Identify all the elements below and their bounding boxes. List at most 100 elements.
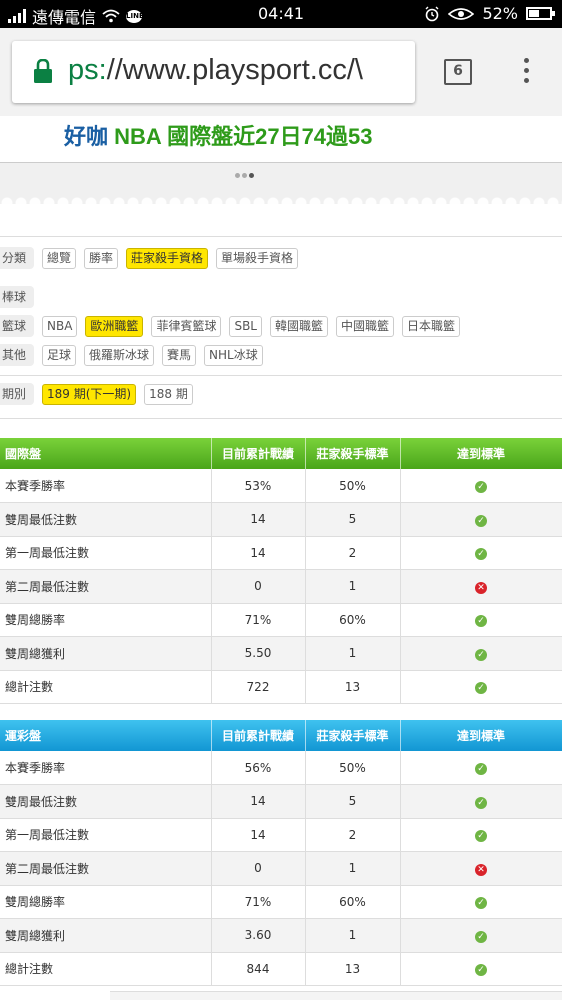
standard-value: 1 xyxy=(305,851,401,886)
table-row: 總計注數 844 13 ✓ xyxy=(0,952,562,986)
filter-row-baseball: 棒球 xyxy=(0,285,34,309)
table-header-row: 國際盤 目前累計戰績 莊家殺手標準 達到標準 xyxy=(0,438,562,469)
met-status-cell: ✓ xyxy=(400,469,562,503)
page-content: 好咖 NBA 國際盤近27日74過53 分類 總覽 勝率 莊家殺手資格 單場殺手… xyxy=(0,116,562,1000)
table-row: 第一周最低注數 14 2 ✓ xyxy=(0,818,562,852)
current-value: 14 xyxy=(211,818,306,852)
filter-row-category: 分類 總覽 勝率 莊家殺手資格 單場殺手資格 xyxy=(0,246,299,270)
status-bar: 遠傳電信 LINE 04:41 52% xyxy=(0,0,562,28)
met-status-cell: ✓ xyxy=(400,918,562,953)
standard-value: 13 xyxy=(305,952,401,986)
standard-value: 2 xyxy=(305,818,401,852)
current-value: 0 xyxy=(211,569,306,604)
row-label: 第一周最低注數 xyxy=(0,818,212,852)
headline-record: NBA 國際盤近27日74過53 xyxy=(114,124,373,149)
filter-chip-russian-hockey[interactable]: 俄羅斯冰球 xyxy=(84,344,155,366)
column-header: 目前累計戰績 xyxy=(211,720,306,751)
filter-label: 籃球 xyxy=(0,315,34,337)
filter-chip-nba[interactable]: NBA xyxy=(42,315,78,337)
standard-value: 1 xyxy=(305,569,401,604)
row-label: 第二周最低注數 xyxy=(0,569,212,604)
period-chip-next[interactable]: 189 期(下一期) xyxy=(42,383,137,405)
filter-chip-japan-basketball[interactable]: 日本職籃 xyxy=(402,315,461,337)
filter-chip-philippine-basketball[interactable]: 菲律賓籃球 xyxy=(151,315,222,337)
column-header: 莊家殺手標準 xyxy=(305,720,401,751)
eye-icon xyxy=(448,7,475,20)
check-icon: ✓ xyxy=(475,648,487,661)
tab-switcher-button[interactable]: 6 xyxy=(444,59,472,85)
standard-value: 50% xyxy=(305,751,401,785)
address-bar[interactable]: ps://www.playsport.cc/\ xyxy=(12,41,415,103)
intl-line-table: 國際盤 目前累計戰績 莊家殺手標準 達到標準 本賽季勝率 53% 50% ✓ 雙周最低注… xyxy=(0,438,562,704)
check-icon: ✓ xyxy=(475,548,487,561)
row-label: 雙周總勝率 xyxy=(0,603,212,637)
row-label: 雙周總獲利 xyxy=(0,636,212,671)
table-row: 雙周總勝率 71% 60% ✓ xyxy=(0,885,562,919)
standard-value: 5 xyxy=(305,784,401,819)
current-value: 5.50 xyxy=(211,636,306,671)
standard-value: 2 xyxy=(305,536,401,570)
url-path: //www.playsport.cc/\ xyxy=(106,54,363,86)
filter-label: 其他 xyxy=(0,344,34,366)
check-icon: ✓ xyxy=(475,796,487,809)
met-status-cell: ✓ xyxy=(400,818,562,852)
table-row: 雙周總獲利 5.50 1 ✓ xyxy=(0,636,562,671)
filter-chip-nhl[interactable]: NHL冰球 xyxy=(204,344,263,366)
filter-options: 189 期(下一期) 188 期 xyxy=(42,383,193,405)
signal-icon xyxy=(8,9,26,23)
alarm-icon xyxy=(425,6,439,21)
column-header: 莊家殺手標準 xyxy=(305,438,401,469)
filter-chip-single-killer[interactable]: 單場殺手資格 xyxy=(216,247,299,269)
filter-label[interactable]: 棒球 xyxy=(0,286,34,308)
filter-label: 期別 xyxy=(0,383,34,405)
page-headline: 好咖 NBA 國際盤近27日74過53 xyxy=(64,119,373,151)
overflow-menu-icon[interactable] xyxy=(520,58,532,88)
filter-chip-korea-basketball[interactable]: 韓國職籃 xyxy=(270,315,329,337)
filter-chip-euro-basketball[interactable]: 歐洲職籃 xyxy=(85,315,144,337)
filter-options: 足球 俄羅斯冰球 賽馬 NHL冰球 xyxy=(42,344,263,366)
lock-icon xyxy=(34,59,52,83)
filter-chip-winrate[interactable]: 勝率 xyxy=(84,247,119,269)
bottom-scroll-strip xyxy=(110,991,562,1000)
column-header: 運彩盤 xyxy=(0,720,212,751)
standard-value: 60% xyxy=(305,603,401,637)
current-value: 71% xyxy=(211,603,306,637)
met-status-cell: ✕ xyxy=(400,569,562,604)
current-value: 14 xyxy=(211,536,306,570)
current-value: 14 xyxy=(211,784,306,819)
met-status-cell: ✓ xyxy=(400,502,562,537)
column-header: 國際盤 xyxy=(0,438,212,469)
current-value: 14 xyxy=(211,502,306,537)
divider xyxy=(0,375,562,376)
row-label: 本賽季勝率 xyxy=(0,751,212,785)
headline-author[interactable]: 好咖 xyxy=(64,124,108,149)
filter-chip-overview[interactable]: 總覽 xyxy=(42,247,77,269)
check-icon: ✓ xyxy=(475,964,487,977)
table-row: 總計注數 722 13 ✓ xyxy=(0,670,562,704)
check-icon: ✓ xyxy=(475,897,487,910)
table-row: 第二周最低注數 0 1 ✕ xyxy=(0,851,562,886)
row-label: 本賽季勝率 xyxy=(0,469,212,503)
filter-chip-horse-racing[interactable]: 賽馬 xyxy=(162,344,197,366)
filter-chip-sbl[interactable]: SBL xyxy=(229,315,262,337)
line-app-icon: LINE xyxy=(126,9,144,23)
browser-toolbar: ps://www.playsport.cc/\ 6 xyxy=(0,28,562,116)
standard-value: 50% xyxy=(305,469,401,503)
check-icon: ✓ xyxy=(475,514,487,527)
met-status-cell: ✓ xyxy=(400,536,562,570)
met-status-cell: ✕ xyxy=(400,851,562,886)
filter-chip-killer-qualification[interactable]: 莊家殺手資格 xyxy=(126,247,209,269)
standard-value: 1 xyxy=(305,918,401,953)
carousel-dots[interactable] xyxy=(235,173,254,178)
period-chip-188[interactable]: 188 期 xyxy=(144,383,193,405)
current-value: 722 xyxy=(211,670,306,704)
met-status-cell: ✓ xyxy=(400,636,562,671)
wifi-icon xyxy=(102,9,120,23)
current-value: 844 xyxy=(211,952,306,986)
filter-options: 總覽 勝率 莊家殺手資格 單場殺手資格 xyxy=(42,247,299,269)
met-status-cell: ✓ xyxy=(400,784,562,819)
battery-percent: 52% xyxy=(482,4,518,23)
filter-row-period: 期別 189 期(下一期) 188 期 xyxy=(0,382,193,406)
filter-chip-soccer[interactable]: 足球 xyxy=(42,344,77,366)
filter-chip-china-basketball[interactable]: 中國職籃 xyxy=(336,315,395,337)
